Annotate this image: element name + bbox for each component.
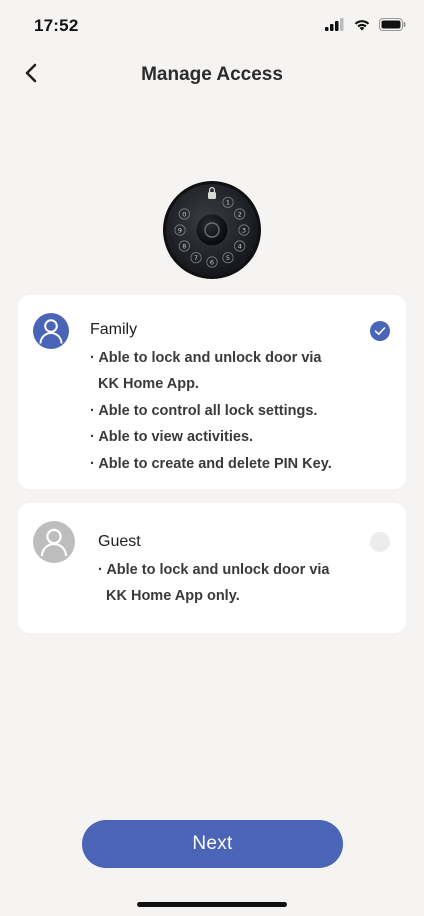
- permission-item: · Able to view activities.: [90, 429, 254, 446]
- role-card-family[interactable]: Family · Able to lock and unlock door vi…: [18, 295, 406, 489]
- lock-key-digit: 8: [182, 242, 186, 250]
- lock-key-digit: 3: [242, 226, 246, 234]
- status-icons: [325, 18, 406, 36]
- role-card-guest[interactable]: Guest · Able to lock and unlock door via…: [18, 503, 406, 633]
- lock-key-digit: 6: [210, 258, 214, 266]
- guest-avatar-icon: [33, 521, 75, 563]
- family-avatar-icon: [33, 313, 69, 349]
- lock-key-digit: 9: [178, 226, 182, 234]
- lock-key-digit: 7: [194, 254, 198, 262]
- cellular-signal-icon: [325, 18, 345, 36]
- permission-item: KK Home App only.: [106, 588, 240, 605]
- next-button[interactable]: Next: [82, 820, 343, 868]
- permission-item: · Able to lock and unlock door via: [98, 562, 330, 578]
- smart-lock-image: 12345 6 7890: [162, 180, 262, 280]
- status-bar: 17:52: [0, 0, 424, 52]
- radio-selected-family[interactable]: [370, 321, 390, 341]
- permission-item: · Able to control all lock settings.: [90, 402, 318, 419]
- lock-key-digit: 2: [238, 210, 242, 218]
- radio-unselected-guest[interactable]: [370, 532, 390, 552]
- home-indicator: [137, 902, 287, 907]
- wifi-icon: [353, 18, 371, 36]
- lock-key-digit: 1: [226, 199, 230, 207]
- status-time: 17:52: [34, 16, 79, 35]
- permission-item: · Able to lock and unlock door via: [90, 350, 322, 366]
- checkmark-icon: [370, 327, 390, 345]
- permission-list-guest: · Able to lock and unlock door via KK Ho…: [98, 557, 330, 610]
- permission-item: · Able to create and delete PIN Key.: [90, 455, 332, 472]
- lock-key-digit: 4: [238, 242, 242, 250]
- lock-key-digit: 5: [226, 254, 230, 262]
- nav-bar: Manage Access: [0, 52, 424, 98]
- role-title-guest: Guest: [98, 533, 141, 550]
- permission-list-family: · Able to lock and unlock door via KK Ho…: [90, 345, 332, 477]
- battery-icon: [379, 18, 406, 36]
- permission-item: KK Home App.: [98, 376, 199, 393]
- role-title-family: Family: [90, 321, 138, 338]
- lock-key-digit: 0: [182, 210, 186, 218]
- page-title: Manage Access: [141, 64, 283, 85]
